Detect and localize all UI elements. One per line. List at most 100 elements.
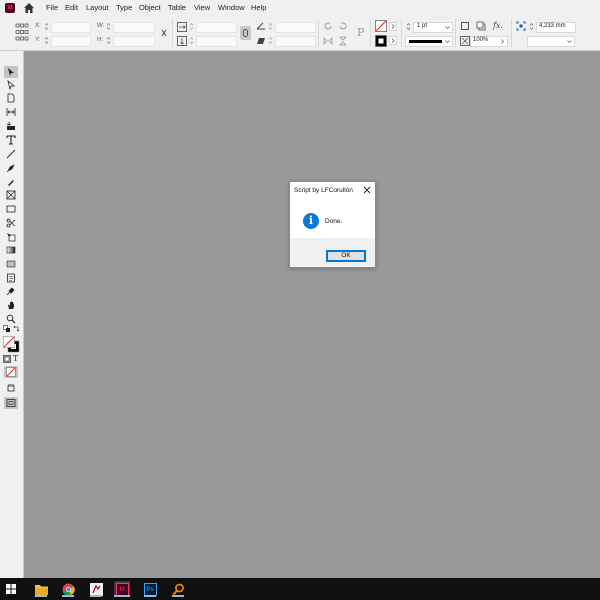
free-transform-tool[interactable] <box>4 231 18 243</box>
constrain-scale-button[interactable] <box>240 26 251 40</box>
swap-fill-stroke-icon[interactable] <box>13 325 20 333</box>
eyedropper-tool[interactable] <box>4 285 18 297</box>
hand-tool[interactable] <box>4 299 18 311</box>
stroke-weight-field[interactable]: 1 pt <box>413 22 453 33</box>
menu-help[interactable]: Help <box>251 3 266 12</box>
content-collector-tool[interactable] <box>4 120 18 132</box>
w-stepper-icon[interactable] <box>106 22 111 31</box>
rotate-clockwise-icon[interactable] <box>323 21 333 31</box>
stroke-dropdown-icon[interactable] <box>389 36 397 45</box>
opacity-field[interactable]: 100% <box>470 36 508 47</box>
menu-edit[interactable]: Edit <box>65 3 78 12</box>
apply-none-icon <box>6 367 16 377</box>
menu-type[interactable]: Type <box>116 3 132 12</box>
rectangle-frame-tool[interactable] <box>4 189 18 201</box>
running-indicator <box>144 595 156 597</box>
reference-point-icon[interactable] <box>15 23 29 41</box>
pasteboard-area[interactable] <box>24 51 600 578</box>
flip-horizontal-icon[interactable] <box>323 36 333 46</box>
formatting-container-icon[interactable] <box>3 355 11 363</box>
y-field[interactable] <box>51 36 91 47</box>
rotation-field[interactable] <box>275 22 316 33</box>
h-stepper-icon[interactable] <box>106 36 111 45</box>
rotation-angle-icon[interactable] <box>256 21 266 31</box>
home-icon[interactable] <box>23 2 35 14</box>
constrain-proportions-icon[interactable] <box>159 28 169 38</box>
opacity-icon[interactable] <box>460 36 470 46</box>
menu-file[interactable]: File <box>46 3 58 12</box>
rotate-counterclockwise-icon[interactable] <box>338 21 348 31</box>
w-label: W: <box>97 23 105 29</box>
menu-bar: Id File Edit Layout Type Object Table Vi… <box>0 0 600 16</box>
line-tool[interactable] <box>4 148 18 160</box>
fill-stroke-proxy-icon[interactable] <box>3 336 20 353</box>
flip-vertical-icon[interactable] <box>338 36 348 46</box>
dialog-titlebar[interactable]: Script by LFCorullón <box>290 182 375 199</box>
taskbar-file-explorer[interactable] <box>33 581 49 597</box>
menu-layout[interactable]: Layout <box>86 3 109 12</box>
shear-field[interactable] <box>275 36 316 47</box>
menu-window[interactable]: Window <box>218 3 245 12</box>
taskbar-chrome[interactable] <box>60 581 76 597</box>
scale-x-icon[interactable] <box>177 22 187 32</box>
pencil-tool[interactable] <box>4 176 18 188</box>
w-field[interactable] <box>113 22 155 33</box>
scissors-tool[interactable] <box>4 217 18 229</box>
content-collector-tool-icon <box>6 122 15 130</box>
rectangle-tool[interactable] <box>4 203 18 215</box>
fill-none-icon[interactable] <box>375 20 387 32</box>
selection-tool[interactable] <box>4 66 18 78</box>
stroke-black-icon[interactable] <box>375 35 387 47</box>
scale-y-field[interactable] <box>196 36 237 47</box>
zoom-tool[interactable] <box>4 313 18 325</box>
stroke-weight-stepper-icon[interactable] <box>406 22 411 31</box>
normal-mode-button[interactable] <box>4 382 18 394</box>
pen-tool[interactable] <box>4 162 18 174</box>
scale-y-stepper-icon[interactable] <box>189 36 194 45</box>
taskbar-search-app[interactable] <box>170 581 186 597</box>
direct-selection-tool[interactable] <box>4 79 18 91</box>
gradient-feather-tool[interactable] <box>4 258 18 270</box>
stroke-type-line <box>409 40 442 43</box>
type-tool[interactable] <box>4 134 18 146</box>
taskbar-app[interactable] <box>88 581 104 597</box>
note-tool[interactable] <box>4 272 18 284</box>
windows-start-icon[interactable] <box>6 584 16 594</box>
scale-y-icon[interactable] <box>177 36 187 46</box>
apply-none-button[interactable] <box>4 366 18 378</box>
rotation-stepper-icon[interactable] <box>268 22 273 31</box>
drop-shadow-icon[interactable] <box>476 21 486 31</box>
gradient-swatch-tool[interactable] <box>4 244 18 256</box>
search-app-icon <box>172 583 184 595</box>
formatting-text-icon[interactable]: T <box>13 354 18 363</box>
paragraph-orientation-icon[interactable]: P <box>354 24 368 40</box>
page-tool[interactable] <box>4 92 18 104</box>
preview-mode-button[interactable] <box>4 397 18 409</box>
menu-table[interactable]: Table <box>168 3 186 12</box>
taskbar-photoshop[interactable]: Ps <box>142 581 158 597</box>
effects-icon[interactable]: fx. <box>493 21 503 30</box>
stroke-type-field[interactable] <box>405 36 453 47</box>
offset-field[interactable]: 4,233 mm <box>536 22 576 33</box>
default-fill-stroke-icon[interactable] <box>3 325 11 333</box>
gap-tool[interactable] <box>4 106 18 118</box>
x-stepper-icon[interactable] <box>44 22 49 31</box>
fill-dropdown-icon[interactable] <box>389 22 397 31</box>
corner-options-icon[interactable] <box>460 21 470 31</box>
fit-frame-icon[interactable] <box>516 21 526 31</box>
h-field[interactable] <box>113 36 155 47</box>
menu-object[interactable]: Object <box>139 3 161 12</box>
indesign-logo-icon: Id <box>5 3 15 13</box>
offset-stepper-icon[interactable] <box>529 22 534 31</box>
x-field[interactable] <box>51 22 91 33</box>
scale-x-field[interactable] <box>196 22 237 33</box>
scale-x-stepper-icon[interactable] <box>189 22 194 31</box>
ok-button[interactable]: OK <box>326 250 366 262</box>
shear-angle-icon[interactable] <box>256 36 266 46</box>
menu-view[interactable]: View <box>194 3 210 12</box>
shear-stepper-icon[interactable] <box>268 36 273 45</box>
taskbar-indesign[interactable]: Id <box>114 581 130 597</box>
object-style-field[interactable] <box>527 36 575 47</box>
close-icon[interactable] <box>363 186 371 194</box>
y-stepper-icon[interactable] <box>44 36 49 45</box>
